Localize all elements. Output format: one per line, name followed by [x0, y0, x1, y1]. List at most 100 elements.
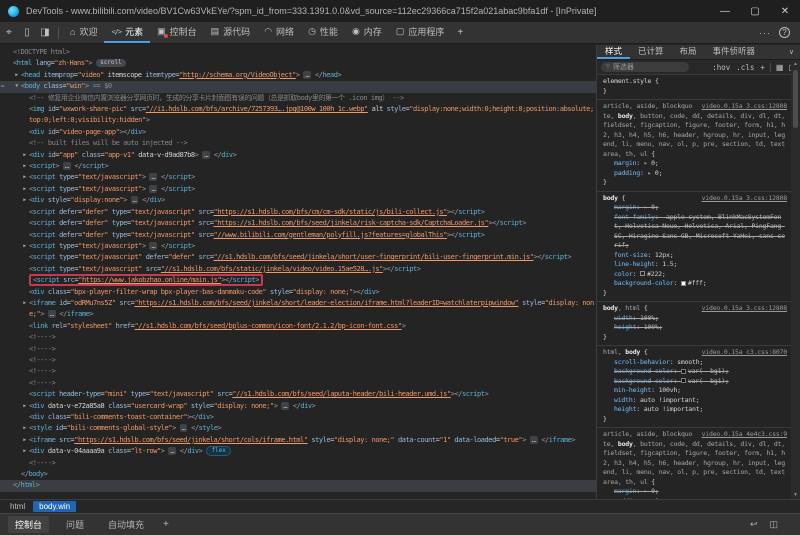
expand-arrow-icon[interactable]: ▶	[20, 241, 29, 252]
breadcrumb-item[interactable]: html	[4, 501, 31, 512]
dom-node-line[interactable]: <!---->	[0, 332, 596, 343]
help-icon[interactable]: ?	[779, 27, 790, 38]
dom-node-line[interactable]: ▶<div id="app" class="app-v1" data-v-d9a…	[0, 150, 596, 161]
stylesheet-link[interactable]: video.0.15a_3.css:12808	[702, 194, 787, 204]
css-property[interactable]: width: auto !important;	[603, 396, 787, 406]
color-swatch[interactable]	[681, 281, 686, 286]
dom-node-line[interactable]: ▶<div data-v-e72a85a8 class="usercard-wr…	[0, 401, 596, 412]
rendering-emulations-icon[interactable]: ▦	[776, 63, 784, 72]
css-rule[interactable]: video.0.15a_4e4c3.css:9article, aside, b…	[597, 428, 791, 499]
rule-selector[interactable]: body, html	[603, 304, 640, 312]
stylesheet-link[interactable]: video.0.15a_3.css:12808	[702, 304, 787, 314]
dom-node-line[interactable]: ▶<script type="text/javascript"> … </scr…	[0, 241, 596, 252]
screencast-icon[interactable]: ◫	[769, 519, 778, 530]
maximize-button[interactable]: ▢	[740, 0, 770, 22]
css-property[interactable]: min-height: 100vh;	[603, 386, 787, 396]
device-toolbar-icon[interactable]: ▯	[18, 22, 36, 43]
scroll-up-icon[interactable]: ▲	[793, 60, 798, 68]
css-property[interactable]: scroll-behavior: smooth;	[603, 358, 787, 368]
expand-arrow-icon[interactable]: ▶	[20, 150, 29, 161]
dom-node-line[interactable]: ▶<style id="bili-comments-global-style">…	[0, 423, 596, 434]
dom-node-line[interactable]: <!---->	[0, 344, 596, 355]
styles-filter-input[interactable]: ▽ 筛选器	[601, 62, 689, 72]
dom-node-line[interactable]: <div class="bpx-player-filter-wrap bpx-p…	[0, 287, 596, 298]
dom-node-line[interactable]: ▶<script> … </script>	[0, 161, 596, 172]
close-button[interactable]: ✕	[770, 0, 800, 22]
css-property[interactable]: margin: ▸ 0;	[603, 203, 787, 213]
expand-arrow-icon[interactable]: ▶	[20, 195, 29, 206]
expand-arrow-icon[interactable]: ▶	[20, 184, 29, 195]
flex-badge[interactable]: flex	[206, 446, 230, 456]
css-property[interactable]: height: 100%;	[603, 323, 787, 333]
scrollbar-thumb[interactable]	[793, 70, 798, 128]
styles-toolbar-button[interactable]: +	[760, 63, 765, 72]
dom-node-line[interactable]: <script defer="defer" type="text/javascr…	[0, 230, 596, 241]
styles-toolbar-button[interactable]: :hov	[712, 63, 730, 72]
dom-node-line[interactable]: <img id="wxwork-share-pic" src="//i1.hds…	[0, 104, 596, 127]
css-rule[interactable]: video.0.15a_c3.css:8070html, body {scrol…	[597, 346, 791, 428]
dom-node-line[interactable]: <script header-type="mini" type="text/ja…	[0, 389, 596, 400]
dom-node-line[interactable]: <!---->	[0, 366, 596, 377]
tab-console[interactable]: ▣控制台	[150, 22, 204, 43]
dom-node-line[interactable]: ▶<script type="text/javascript"> … </scr…	[0, 172, 596, 183]
rule-selector[interactable]: html, body	[603, 348, 640, 356]
stylesheet-link[interactable]: video.0.15a_3.css:12808	[702, 102, 787, 112]
expand-arrow-icon[interactable]: ▶	[20, 298, 29, 321]
tab-sources[interactable]: ▤源代码	[204, 22, 258, 43]
styles-tab-item[interactable]: 已计算	[630, 45, 672, 59]
keyboard-shortcut-icon[interactable]: ↩	[750, 519, 758, 530]
drawer-tab[interactable]: 问题	[59, 516, 91, 533]
expand-arrow-icon[interactable]: ▶	[20, 435, 29, 446]
color-swatch[interactable]	[681, 369, 686, 374]
dom-node-line[interactable]: ▶<script type="text/javascript"> … </scr…	[0, 184, 596, 195]
dom-node-line[interactable]: <div id="video-page-app"></div>	[0, 127, 596, 138]
styles-toolbar-button[interactable]: .cls	[736, 63, 754, 72]
rule-selector[interactable]: element.style	[603, 77, 651, 85]
dom-node-line[interactable]: ▶<div style="display:none"> … </div>	[0, 195, 596, 206]
add-panel-button[interactable]: +	[451, 22, 469, 43]
dom-node-line[interactable]: ▶<div data-v-04aaaa9a class="lt-row"> … …	[0, 446, 596, 457]
drawer-tab[interactable]: 控制台	[8, 516, 49, 533]
breadcrumb-item[interactable]: body.win	[33, 501, 76, 512]
css-property[interactable]: height: auto !important;	[603, 405, 787, 415]
drawer-add-tab-button[interactable]: +	[163, 519, 169, 530]
tab-network[interactable]: ◠网络	[257, 22, 301, 43]
color-swatch[interactable]	[640, 271, 645, 276]
dom-node-line[interactable]: <html lang="zh-Hans">scroll	[0, 58, 596, 69]
drawer-tab[interactable]: 自动填充	[101, 516, 151, 533]
css-rule[interactable]: video.0.15a_3.css:12808article, aside, b…	[597, 100, 791, 192]
inspect-icon[interactable]: ⌖	[0, 22, 18, 43]
css-property[interactable]: font-family: -apple-system, BlinkMacSyst…	[603, 213, 787, 251]
dom-node-line[interactable]: <div class="bili-comments-toast-containe…	[0, 412, 596, 423]
dom-node-line[interactable]: <script src="https://www.jakobzhao.onlin…	[0, 275, 596, 286]
css-property[interactable]: background-color: var(--bg1);	[603, 367, 787, 377]
css-rule[interactable]: video.0.15a_3.css:12808body, html {width…	[597, 302, 791, 346]
dom-node-line[interactable]: ⋯▼<body class="win">== $0	[0, 81, 596, 92]
dom-node-line[interactable]: <script defer="defer" type="text/javascr…	[0, 218, 596, 229]
expand-arrow-icon[interactable]: ▶	[20, 401, 29, 412]
rule-selector[interactable]: body	[603, 194, 618, 202]
scroll-badge[interactable]: scroll	[96, 59, 126, 67]
more-options-icon[interactable]: ···	[759, 28, 771, 38]
css-property[interactable]: padding: ▸ 0;	[603, 169, 787, 179]
dom-node-line[interactable]: <link rel="stylesheet" href="//s1.hdslb.…	[0, 321, 596, 332]
tab-performance[interactable]: ◷性能	[301, 22, 345, 43]
dom-node-line[interactable]: </body>	[0, 469, 596, 480]
dom-node-line[interactable]: <!---->	[0, 355, 596, 366]
expand-arrow-icon[interactable]: ▶	[20, 446, 29, 457]
css-property[interactable]: margin: ▸ 0;	[603, 159, 787, 169]
chevron-down-icon[interactable]: ∨	[789, 45, 800, 59]
css-property[interactable]: background-color: #fff;	[603, 279, 787, 289]
dom-node-line[interactable]: ▶<head itemprop="video" itemscope itemty…	[0, 70, 596, 81]
css-rule[interactable]: video.0.15a_3.css:12808body {margin: ▸ 0…	[597, 192, 791, 303]
scroll-down-icon[interactable]: ▼	[793, 491, 798, 499]
expand-arrow-icon[interactable]: ▶	[20, 423, 29, 434]
css-property[interactable]: font-size: 12px;	[603, 251, 787, 261]
tab-elements[interactable]: </>元素	[104, 22, 150, 43]
dom-node-line[interactable]: <!-- built files will be auto injected -…	[0, 138, 596, 149]
focus-mode-icon[interactable]: ◨	[36, 22, 54, 43]
expand-arrow-icon[interactable]: ▶	[20, 172, 29, 183]
stylesheet-link[interactable]: video.0.15a_c3.css:8070	[702, 348, 787, 358]
dom-node-line[interactable]: <!---->	[0, 378, 596, 389]
css-rule[interactable]: element.style {}	[597, 75, 791, 100]
